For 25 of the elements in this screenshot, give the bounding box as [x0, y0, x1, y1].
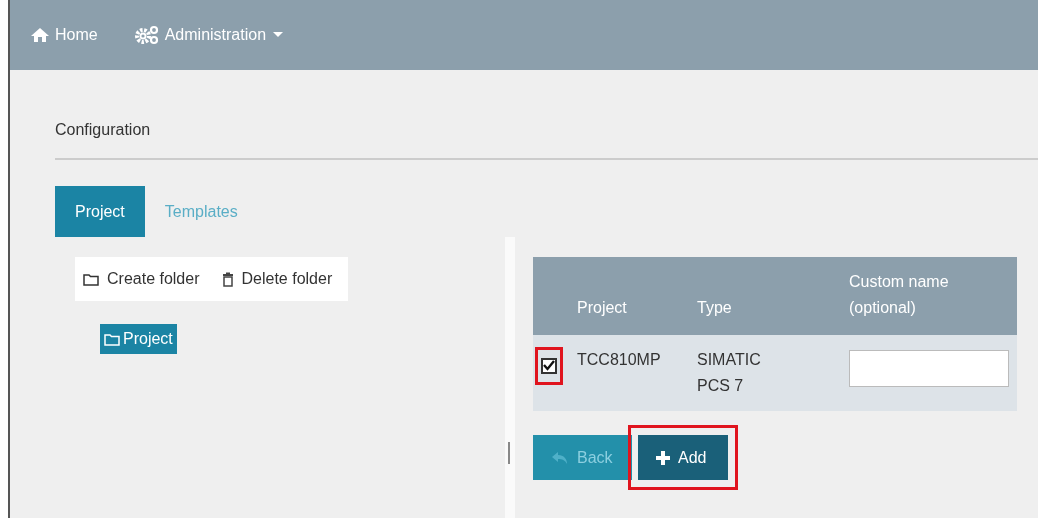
navbar-dropdown[interactable]: Administration [133, 23, 284, 47]
folder-icon [83, 272, 99, 286]
reply-arrow-icon [551, 450, 569, 465]
tab[interactable]: Project [55, 186, 145, 237]
home-icon [30, 27, 50, 43]
create-folder-button[interactable]: Create folder [83, 267, 200, 291]
delete-folder-button[interactable]: Delete folder [221, 267, 333, 291]
check-icon [543, 360, 555, 371]
trash-icon [221, 271, 234, 287]
column-header: Project [569, 257, 689, 335]
column-header: Custom name (optional) [841, 257, 1017, 335]
splitter-handle[interactable] [508, 442, 510, 464]
page-title: Configuration [55, 118, 1038, 160]
gears-icon [133, 25, 160, 45]
navbar-link[interactable]: Home [30, 23, 98, 47]
add-button[interactable]: Add [638, 435, 728, 480]
table-cell-text: SIMATIC PCS 7 [697, 350, 762, 396]
checkbox[interactable] [541, 357, 557, 374]
tab[interactable]: Templates [144, 186, 258, 237]
plus-icon [656, 450, 670, 465]
folder-icon [104, 332, 120, 346]
column-header: Type [689, 257, 841, 335]
custom-name-field[interactable] [849, 350, 1009, 387]
table-cell: TCC810MP [569, 335, 689, 411]
tree-item[interactable]: Project [100, 324, 177, 354]
